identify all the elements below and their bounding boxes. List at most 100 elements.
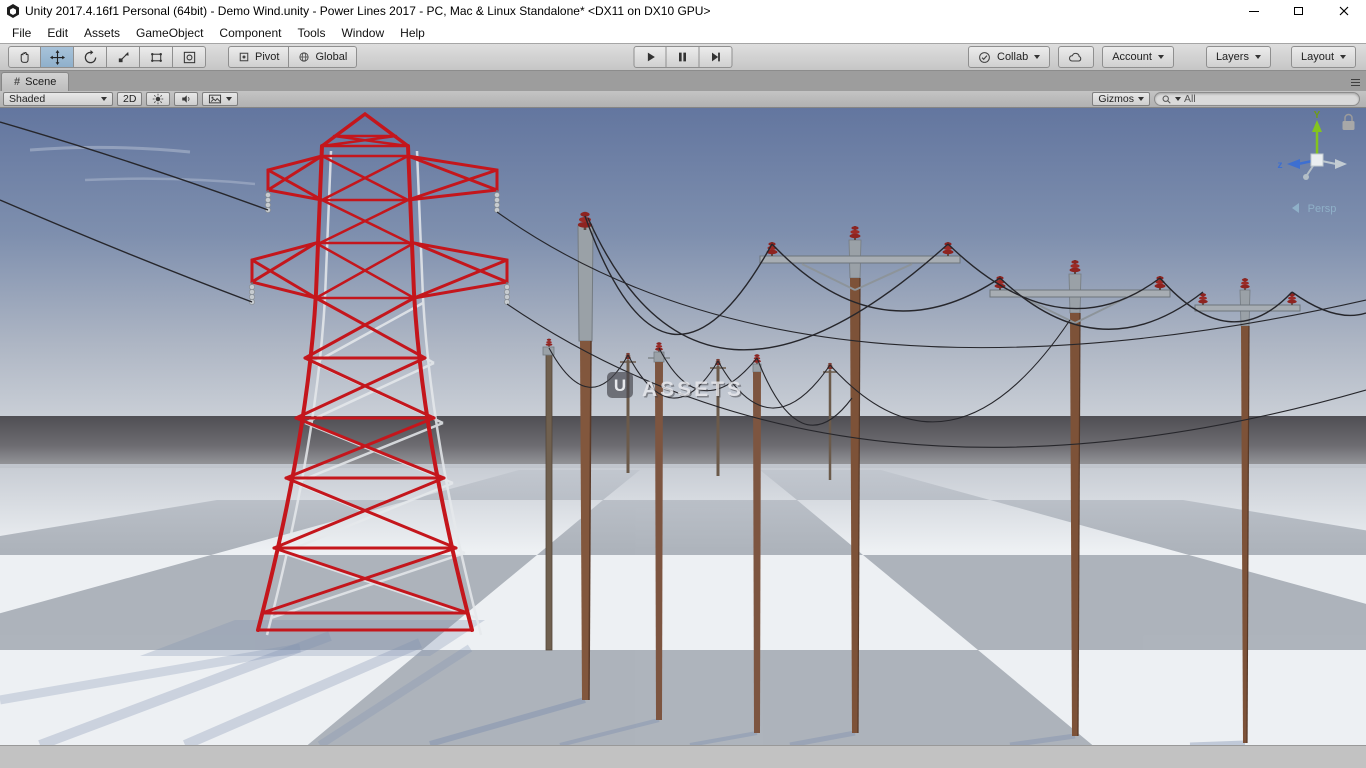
menu-bar: File Edit Assets GameObject Component To…: [0, 22, 1366, 43]
close-button[interactable]: [1321, 0, 1366, 22]
shading-mode-label: Shaded: [9, 93, 45, 105]
close-icon: [1339, 6, 1349, 16]
hand-icon: [17, 50, 32, 65]
pole-mid-2[interactable]: [753, 354, 761, 733]
hamburger-icon: [1351, 82, 1360, 83]
maximize-icon: [1294, 7, 1303, 15]
pivot-global-group: Pivot Global: [228, 46, 357, 68]
step-button[interactable]: [700, 46, 733, 68]
hamburger-icon: [1351, 79, 1360, 80]
watermark-text: ASSETS: [642, 378, 744, 401]
rect-tool-icon: [149, 50, 164, 65]
tab-scene[interactable]: # Scene: [1, 72, 69, 91]
rotate-icon: [83, 50, 98, 65]
tab-options-button[interactable]: [1351, 79, 1360, 91]
move-icon: [50, 50, 65, 65]
tool-transform-button[interactable]: [173, 46, 206, 68]
chevron-down-icon: [1340, 55, 1346, 59]
menu-edit[interactable]: Edit: [39, 24, 76, 42]
search-value: All: [1184, 93, 1196, 105]
toolbar-right-group: Collab Account Layers Layout: [968, 46, 1356, 68]
search-icon: [1161, 94, 1172, 105]
chevron-down-icon: [1138, 97, 1144, 101]
tool-move-button[interactable]: [41, 46, 74, 68]
gizmo-center-cube[interactable]: [1311, 154, 1323, 166]
pivot-toggle-button[interactable]: Pivot: [228, 46, 289, 68]
collab-dropdown[interactable]: Collab: [968, 46, 1050, 68]
tool-rotate-button[interactable]: [74, 46, 107, 68]
chevron-down-icon: [1255, 55, 1261, 59]
menu-window[interactable]: Window: [333, 24, 392, 42]
scene-search-field[interactable]: All: [1154, 92, 1360, 106]
search-filter-caret-icon: [1175, 97, 1181, 101]
window-controls: [1231, 0, 1366, 22]
cloud-icon: [1068, 51, 1084, 63]
speaker-icon: [180, 93, 192, 105]
tool-hand-button[interactable]: [8, 46, 41, 68]
effects-image-icon: [208, 93, 222, 105]
tool-scale-button[interactable]: [107, 46, 140, 68]
view-tab-bar: # Scene: [0, 71, 1366, 91]
collab-icon: [978, 51, 991, 64]
z-axis-label: z: [1278, 160, 1283, 171]
2d-toggle-button[interactable]: 2D: [117, 92, 142, 106]
watermark-u: U: [614, 376, 626, 395]
minimize-icon: [1249, 11, 1259, 12]
maximize-button[interactable]: [1276, 0, 1321, 22]
menu-tools[interactable]: Tools: [289, 24, 333, 42]
layers-label: Layers: [1216, 51, 1249, 63]
perspective-label[interactable]: Persp: [1308, 203, 1337, 215]
hamburger-icon: [1351, 85, 1360, 86]
gizmos-dropdown[interactable]: Gizmos: [1092, 92, 1150, 106]
pivot-label: Pivot: [255, 51, 279, 63]
unity-logo-icon: [5, 3, 21, 19]
status-bar: [0, 745, 1366, 768]
menu-file[interactable]: File: [4, 24, 39, 42]
play-button[interactable]: [634, 46, 667, 68]
audio-toggle-button[interactable]: [174, 92, 198, 106]
down-axis-knob[interactable]: [1303, 174, 1309, 180]
scene-tab-label: Scene: [25, 76, 56, 88]
shading-mode-dropdown[interactable]: Shaded: [3, 92, 113, 106]
chevron-down-icon: [1158, 55, 1164, 59]
scene-tab-icon: #: [14, 76, 20, 88]
tool-rect-button[interactable]: [140, 46, 173, 68]
chevron-down-icon: [1034, 55, 1040, 59]
title-bar: Unity 2017.4.16f1 Personal (64bit) - Dem…: [0, 0, 1366, 22]
layers-dropdown[interactable]: Layers: [1206, 46, 1271, 68]
transform-tools: [8, 46, 206, 68]
pause-icon: [676, 50, 690, 64]
menu-gameobject[interactable]: GameObject: [128, 24, 211, 42]
main-toolbar: Pivot Global: [0, 43, 1366, 71]
playmode-controls: [634, 46, 733, 68]
gizmos-label: Gizmos: [1098, 93, 1134, 105]
pause-button[interactable]: [667, 46, 700, 68]
account-label: Account: [1112, 51, 1152, 63]
step-icon: [709, 50, 723, 64]
effects-dropdown[interactable]: [202, 92, 238, 106]
layout-label: Layout: [1301, 51, 1334, 63]
sky: [0, 108, 1366, 424]
cloud-button[interactable]: [1058, 46, 1094, 68]
scale-icon: [116, 50, 131, 65]
minimize-button[interactable]: [1231, 0, 1276, 22]
lighting-toggle-button[interactable]: [146, 92, 170, 106]
scene-view-toolbar: Shaded 2D Gizm: [0, 91, 1366, 108]
scene-viewport[interactable]: U ASSETS ASSETS Y z Persp: [0, 108, 1366, 745]
global-toggle-button[interactable]: Global: [289, 46, 357, 68]
layout-dropdown[interactable]: Layout: [1291, 46, 1356, 68]
2d-label: 2D: [123, 93, 136, 105]
menu-help[interactable]: Help: [392, 24, 433, 42]
global-label: Global: [315, 51, 347, 63]
collab-label: Collab: [997, 51, 1028, 63]
pivot-icon: [238, 51, 250, 63]
menu-assets[interactable]: Assets: [76, 24, 128, 42]
sun-icon: [152, 93, 164, 105]
globe-icon: [298, 51, 310, 63]
checker-floor: [0, 464, 1366, 745]
chevron-down-icon: [101, 97, 107, 101]
account-dropdown[interactable]: Account: [1102, 46, 1174, 68]
scene-render[interactable]: U ASSETS ASSETS Y z Persp: [0, 108, 1366, 745]
play-icon: [643, 50, 657, 64]
menu-component[interactable]: Component: [211, 24, 289, 42]
